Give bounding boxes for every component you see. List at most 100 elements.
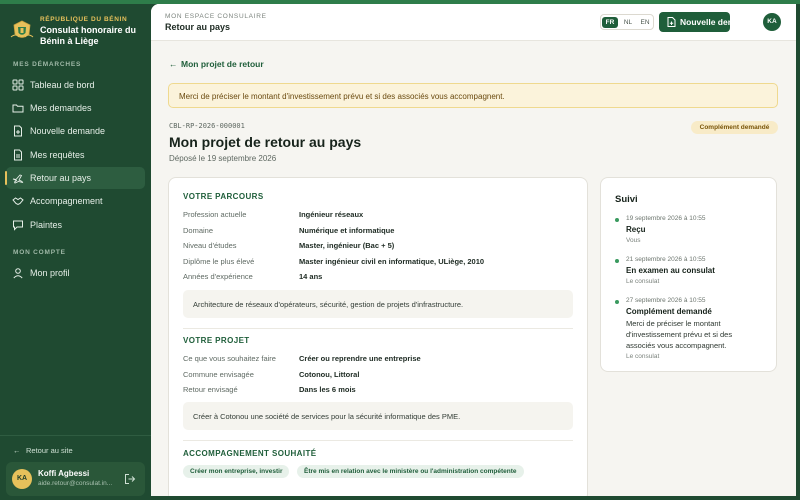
field-label: Retour envisagé [183,385,238,394]
sidebar-item-new-request[interactable]: Nouvelle demande [6,120,145,142]
sidebar-item-label: Mes demandes [30,103,92,113]
reference-number: CBL-RP-2026-000001 [169,122,245,130]
field-value: 14 ans [299,272,323,281]
section-label-demarches: MES DÉMARCHES [13,61,82,68]
section-divider [183,440,573,441]
brand-country: RÉPUBLIQUE DU BÉNIN [40,16,128,23]
user-email: aide.retour@consulat.in... [38,480,113,487]
plane-icon [12,174,24,184]
sidebar-item-dashboard[interactable]: Tableau de bord [6,74,145,96]
section-label-compte: MON COMPTE [13,249,66,256]
project-note: Créer à Cotonou une société de services … [183,402,573,430]
file-plus-icon [14,125,22,137]
section-heading-accompagnement: ACCOMPAGNEMENT SOUHAITÉ [183,449,317,458]
handshake-icon [12,197,24,206]
timeline-title: Reçu [626,225,646,234]
sidebar-item-label: Mes requêtes [30,150,85,160]
header-avatar[interactable]: KA [763,13,781,31]
brand-name: Consulat honoraire du Bénin à Liège [40,25,137,46]
user-avatar: KA [12,469,32,489]
sidebar-divider [0,435,151,436]
field-value: Master, ingénieur (Bac + 5) [299,241,395,250]
message-icon [13,220,23,231]
sidebar-item-requests[interactable]: Mes demandes [6,97,145,119]
app-window: RÉPUBLIQUE DU BÉNIN Consulat honoraire d… [0,0,800,500]
sidebar-item-complaints[interactable]: Plaintes [6,214,145,236]
field-label: Domaine [183,226,214,235]
lang-en[interactable]: EN [637,17,653,28]
field-label: Niveau d'études [183,241,237,250]
back-link[interactable]: ← Mon projet de retour [169,59,264,69]
language-switcher: FR NL EN [600,14,654,30]
coat-of-arms-icon [10,20,34,38]
note-text: Architecture de réseaux d'opérateurs, sé… [193,300,464,309]
timeline-author: Le consulat [626,278,660,285]
sidebar-item-profile[interactable]: Mon profil [6,262,145,284]
back-to-site-link[interactable]: ← Retour au site [13,446,73,455]
field-value: Master ingénieur civil en informatique, … [299,257,485,266]
new-request-button[interactable]: Nouvelle demande [659,12,755,32]
experience-note: Architecture de réseaux d'opérateurs, sé… [183,290,573,318]
folder-icon [12,104,24,113]
user-icon [13,268,23,279]
section-heading-projet: VOTRE PROJET [183,336,250,345]
sidebar-item-queries[interactable]: Mes requêtes [6,144,145,166]
sidebar: RÉPUBLIQUE DU BÉNIN Consulat honoraire d… [0,4,151,500]
field-label: Ce que vous souhaitez faire [183,354,276,363]
field-value: Cotonou, Littoral [299,370,360,379]
back-link-label: Mon projet de retour [181,59,264,69]
timeline-date: 27 septembre 2026 à 10:55 [626,297,706,304]
timeline-title: En examen au consulat [626,266,715,275]
section-heading-parcours: VOTRE PARCOURS [183,192,264,201]
field-value: Créer ou reprendre une entreprise [299,354,421,363]
lang-fr[interactable]: FR [602,17,618,28]
dashboard-icon [12,79,24,91]
tracking-title: Suivi [615,194,638,205]
support-chip: Être mis en relation avec le ministère o… [297,465,524,478]
arrow-left-icon: ← [13,446,21,455]
timeline-description: Merci de préciser le montant d'investiss… [626,319,733,350]
field-label: Commune envisagée [183,370,254,379]
timeline-date: 19 septembre 2026 à 10:55 [626,215,706,222]
project-details-card: VOTRE PARCOURS Profession actuelle Ingén… [168,177,588,496]
page-title: Mon projet de retour au pays [169,134,362,150]
field-label: Diplôme le plus élevé [183,257,255,266]
document-icon [14,149,22,161]
sidebar-item-label: Mon profil [30,268,70,278]
timeline-author: Vous [626,237,641,244]
sidebar-item-return-home[interactable]: Retour au pays [5,167,145,189]
timeline-dot [615,259,619,263]
alert-text: Merci de préciser le montant d'investiss… [179,92,505,101]
field-value: Dans les 6 mois [299,385,356,394]
sidebar-item-label: Plaintes [30,220,63,230]
timeline-dot [615,300,619,304]
sidebar-item-label: Nouvelle demande [30,126,106,136]
sidebar-item-support[interactable]: Accompagnement [6,190,145,212]
header-subtitle: MON ESPACE CONSULAIRE [165,13,267,20]
tracking-card: Suivi 19 septembre 2026 à 10:55 Reçu Vou… [600,177,777,372]
timeline-date: 21 septembre 2026 à 10:55 [626,256,706,263]
field-label: Profession actuelle [183,210,247,219]
new-request-label: Nouvelle demande [680,17,756,27]
field-value: Ingénieur réseaux [299,210,364,219]
logout-icon[interactable] [124,473,136,485]
field-value: Numérique et informatique [299,226,395,235]
timeline-author: Le consulat [626,353,660,360]
arrow-left-icon: ← [169,59,178,69]
sidebar-item-label: Tableau de bord [30,80,95,90]
lang-nl[interactable]: NL [620,17,636,28]
sidebar-item-label: Accompagnement [30,196,103,206]
timeline-dot [615,218,619,222]
brand[interactable]: RÉPUBLIQUE DU BÉNIN Consulat honoraire d… [10,16,150,52]
header-title: Retour au pays [165,22,231,32]
user-name: Koffi Agbessi [38,469,90,478]
field-label: Années d'expérience [183,272,253,281]
file-plus-icon [667,17,676,27]
alert-banner: Merci de préciser le montant d'investiss… [168,83,778,108]
back-to-site-label: Retour au site [26,446,73,455]
main-content: MON ESPACE CONSULAIRE Retour au pays FR … [151,4,796,496]
section-divider [183,328,573,329]
top-header: MON ESPACE CONSULAIRE Retour au pays FR … [151,4,796,41]
sidebar-item-label: Retour au pays [30,173,92,183]
deposit-date: Déposé le 19 septembre 2026 [169,154,277,163]
